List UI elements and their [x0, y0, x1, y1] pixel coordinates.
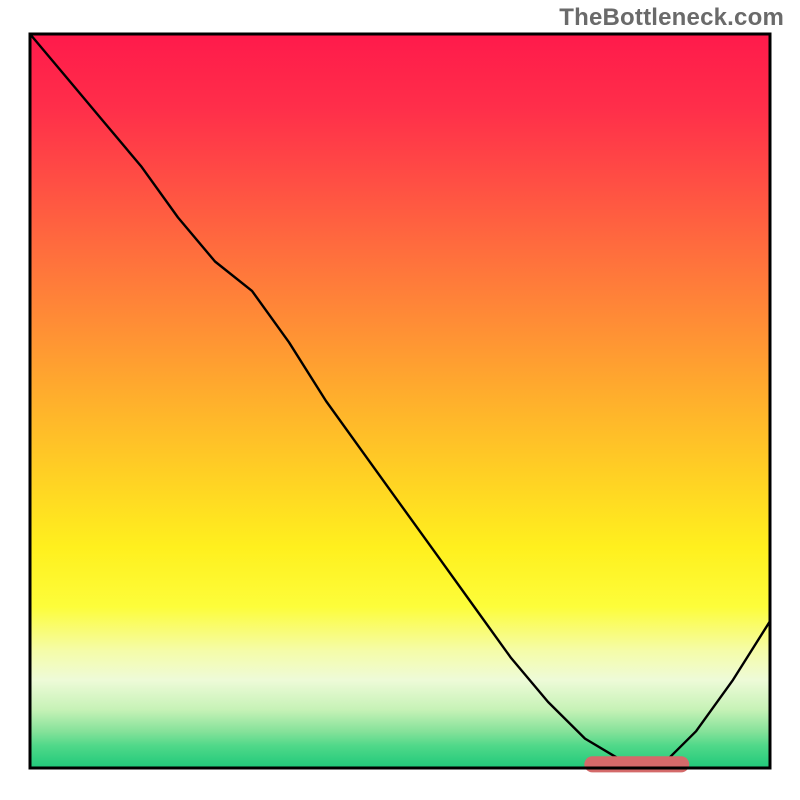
bottleneck-plot	[0, 0, 800, 800]
plot-background	[30, 34, 770, 768]
chart-container: TheBottleneck.com	[0, 0, 800, 800]
